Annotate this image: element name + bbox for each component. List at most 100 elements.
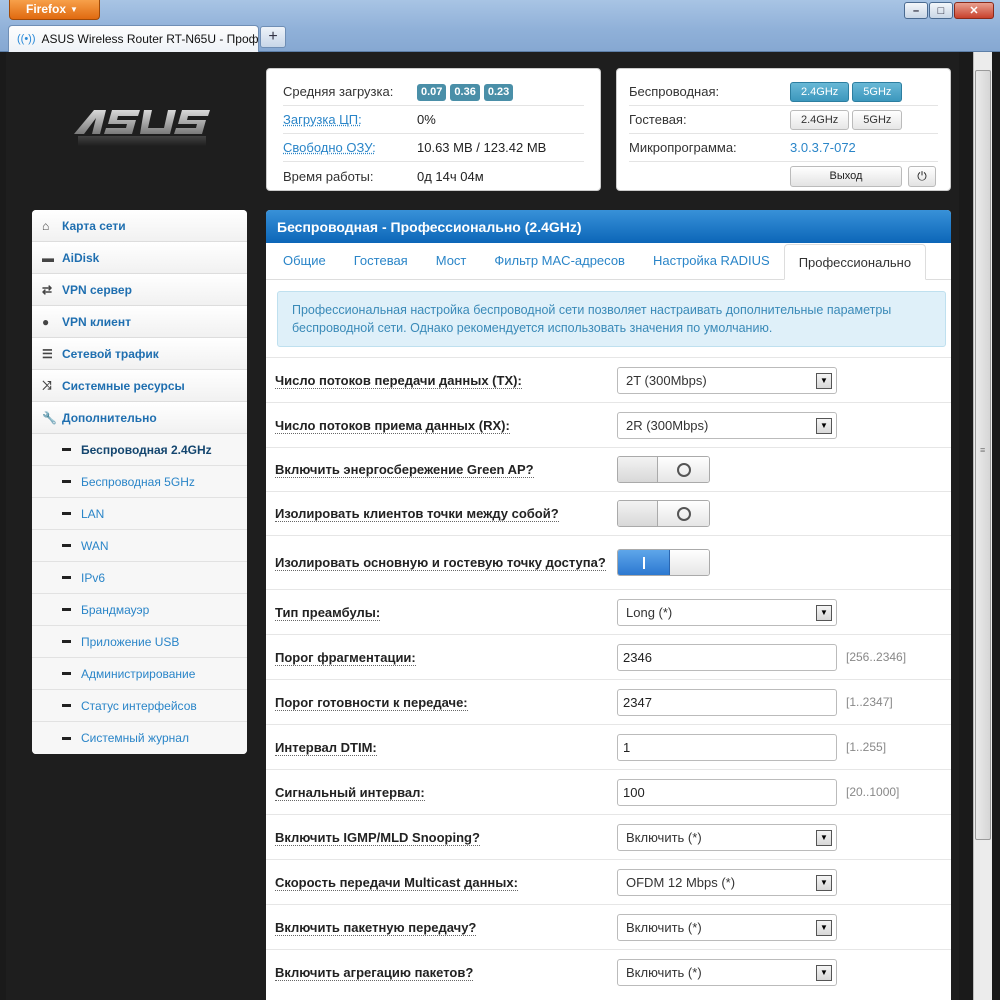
- burst-select[interactable]: Включить (*) ▼: [617, 913, 837, 941]
- firefox-menu-button[interactable]: Firefox ▼: [9, 0, 100, 20]
- sidebar: ⌂ Карта сети ▬ AiDisk ⇄ VPN сервер ● VPN кли…: [32, 210, 247, 754]
- row-isolate: Изолировать клиентов точки между собой?: [266, 491, 951, 535]
- maximize-icon[interactable]: □: [929, 2, 953, 19]
- isolate-guest-label: Изолировать основную и гостевую точку до…: [275, 555, 606, 571]
- row-dtim: Интервал DTIM: 1 [1..255]: [266, 724, 951, 769]
- green-ap-label: Включить энергосбережение Green AP?: [275, 462, 534, 478]
- sidebar-item-resources[interactable]: ⤨ Системные ресурсы: [32, 370, 247, 402]
- power-icon[interactable]: ⏻: [908, 165, 936, 187]
- chevron-down-icon: ▼: [816, 829, 832, 846]
- guest-24-button[interactable]: 2.4GHz: [790, 109, 850, 130]
- tab-bar: Общие Гостевая Мост Фильтр MAC-адресов Н…: [266, 243, 951, 280]
- preamble-select[interactable]: Long (*) ▼: [617, 598, 837, 626]
- multicast-select[interactable]: OFDM 12 Mbps (*) ▼: [617, 868, 837, 896]
- sidebar-sub-wireless-24[interactable]: Беспроводная 2.4GHz: [32, 434, 247, 466]
- aggregation-select[interactable]: Включить (*) ▼: [617, 958, 837, 986]
- scrollbar[interactable]: ≡: [959, 52, 1000, 1000]
- tab-mac-filter[interactable]: Фильтр MAC-адресов: [480, 243, 639, 279]
- dtim-hint: [1..255]: [846, 740, 887, 754]
- grip-icon: ≡: [980, 445, 986, 455]
- sidebar-sub-lan[interactable]: LAN: [32, 498, 247, 530]
- globe-icon: ●: [42, 314, 50, 329]
- wireless-label: Беспроводная:: [629, 84, 720, 99]
- minimize-icon[interactable]: –: [904, 2, 928, 19]
- row-tx: Число потоков передачи данных (TX): 2T (…: [266, 357, 951, 402]
- wireless-5-button[interactable]: 5GHz: [852, 81, 903, 102]
- rts-input[interactable]: 2347: [617, 688, 837, 716]
- home-icon: ⌂: [42, 218, 50, 233]
- igmp-select[interactable]: Включить (*) ▼: [617, 823, 837, 851]
- burst-label: Включить пакетную передачу?: [275, 919, 477, 936]
- tab-title: ASUS Wireless Router RT-N65U - Профе...: [41, 32, 259, 46]
- igmp-label: Включить IGMP/MLD Snooping?: [275, 829, 480, 846]
- list-icon: ☰: [42, 346, 53, 361]
- frag-label: Порог фрагментации:: [275, 649, 416, 666]
- close-icon[interactable]: ✕: [954, 2, 994, 19]
- guest-label: Гостевая:: [629, 112, 687, 127]
- sidebar-sub-admin[interactable]: Администрирование: [32, 658, 247, 690]
- sidebar-item-vpn-client[interactable]: ● VPN клиент: [32, 306, 247, 338]
- tab-bridge[interactable]: Мост: [422, 243, 481, 279]
- chevron-down-icon: ▼: [816, 964, 832, 981]
- row-beacon: Сигнальный интервал: 100 [20..1000]: [266, 769, 951, 814]
- chevron-down-icon: ▼: [816, 604, 832, 621]
- sidebar-sub-iface-status[interactable]: Статус интерфейсов: [32, 690, 247, 722]
- cpu-link[interactable]: Загрузка ЦП:: [283, 112, 417, 127]
- window-controls: – □ ✕: [904, 2, 994, 19]
- rts-label: Порог готовности к передаче:: [275, 694, 468, 711]
- row-rts: Порог готовности к передаче: 2347 [1..23…: [266, 679, 951, 724]
- sidebar-sub-usb[interactable]: Приложение USB: [32, 626, 247, 658]
- row-frag: Порог фрагментации: 2346 [256..2346]: [266, 634, 951, 679]
- sidebar-sub-syslog[interactable]: Системный журнал: [32, 722, 247, 754]
- dtim-input[interactable]: 1: [617, 733, 837, 761]
- aggregation-label: Включить агрегацию пакетов?: [275, 964, 474, 981]
- tx-select[interactable]: 2T (300Mbps) ▼: [617, 366, 837, 394]
- disk-icon: ▬: [42, 250, 54, 265]
- scrollbar-thumb[interactable]: [975, 70, 991, 840]
- sidebar-sub-wan[interactable]: WAN: [32, 530, 247, 562]
- isolate-guest-toggle[interactable]: [617, 549, 710, 576]
- main-panel: Беспроводная - Профессионально (2.4GHz) …: [266, 210, 951, 1000]
- wireless-24-button[interactable]: 2.4GHz: [790, 81, 850, 102]
- sidebar-sub-ipv6[interactable]: IPv6: [32, 562, 247, 594]
- browser-tab[interactable]: ((•)) ASUS Wireless Router RT-N65U - Про…: [8, 25, 259, 52]
- tab-general[interactable]: Общие: [269, 243, 340, 279]
- row-aggregation: Включить агрегацию пакетов? Включить (*)…: [266, 949, 951, 994]
- sync-icon: ⇄: [42, 282, 53, 297]
- row-green-ap: Включить энергосбережение Green AP?: [266, 447, 951, 491]
- isolate-label: Изолировать клиентов точки между собой?: [275, 506, 559, 522]
- ram-link[interactable]: Свободно ОЗУ:: [283, 140, 417, 155]
- rx-select[interactable]: 2R (300Mbps) ▼: [617, 411, 837, 439]
- sidebar-sub-firewall[interactable]: Брандмауэр: [32, 594, 247, 626]
- isolate-toggle[interactable]: [617, 500, 710, 527]
- sidebar-item-aidisk[interactable]: ▬ AiDisk: [32, 242, 247, 274]
- sidebar-item-advanced[interactable]: 🔧 Дополнительно: [32, 402, 247, 434]
- sidebar-sub-wireless-5[interactable]: Беспроводная 5GHz: [32, 466, 247, 498]
- row-preamble: Тип преамбулы: Long (*) ▼: [266, 589, 951, 634]
- tab-guest[interactable]: Гостевая: [340, 243, 422, 279]
- multicast-label: Скорость передачи Multicast данных:: [275, 874, 518, 891]
- chevron-down-icon: ▼: [70, 5, 78, 14]
- row-igmp: Включить IGMP/MLD Snooping? Включить (*)…: [266, 814, 951, 859]
- sidebar-item-traffic[interactable]: ☰ Сетевой трафик: [32, 338, 247, 370]
- frag-input[interactable]: 2346: [617, 643, 837, 671]
- guest-5-button[interactable]: 5GHz: [852, 109, 903, 130]
- chevron-down-icon: ▼: [816, 874, 832, 891]
- firmware-link[interactable]: 3.0.3.7-072: [790, 140, 856, 155]
- tab-radius[interactable]: Настройка RADIUS: [639, 243, 784, 279]
- tab-professional[interactable]: Профессионально: [783, 244, 927, 280]
- sidebar-item-vpn-server[interactable]: ⇄ VPN сервер: [32, 274, 247, 306]
- sidebar-item-network-map[interactable]: ⌂ Карта сети: [32, 210, 247, 242]
- beacon-label: Сигнальный интервал:: [275, 784, 425, 801]
- page-title: Беспроводная - Профессионально (2.4GHz): [266, 210, 951, 243]
- green-ap-toggle[interactable]: [617, 456, 710, 483]
- cpu-value: 0%: [417, 112, 436, 127]
- row-burst: Включить пакетную передачу? Включить (*)…: [266, 904, 951, 949]
- row-multicast: Скорость передачи Multicast данных: OFDM…: [266, 859, 951, 904]
- chevron-down-icon: ▼: [816, 417, 832, 434]
- frag-hint: [256..2346]: [846, 650, 907, 664]
- shuffle-icon: ⤨: [42, 378, 52, 392]
- beacon-input[interactable]: 100: [617, 778, 837, 806]
- new-tab-button[interactable]: +: [260, 26, 286, 48]
- logout-button[interactable]: Выход: [790, 165, 902, 187]
